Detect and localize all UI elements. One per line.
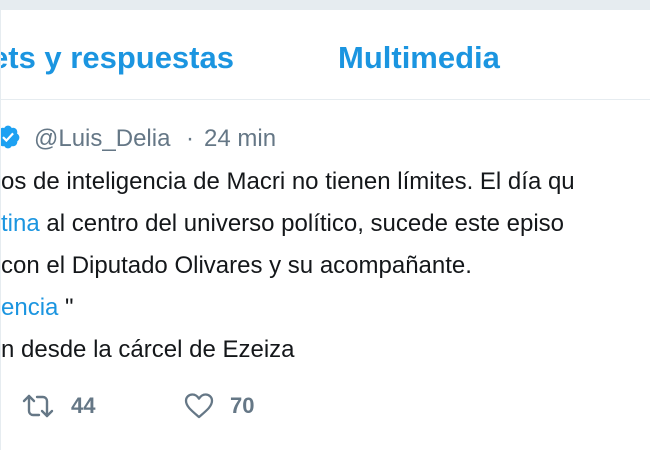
top-strip [0, 0, 650, 10]
tweet-text-line: n desde la cárcel de Ezeiza [1, 336, 295, 364]
tab-tweets-and-replies[interactable]: ets y respuestas [1, 40, 234, 76]
tweet-text: con el Diputado Olivares y su acompañant… [1, 252, 472, 279]
tweet-timestamp[interactable]: 24 min [204, 125, 276, 153]
verified-badge-icon [1, 124, 21, 150]
retweet-icon [21, 392, 55, 420]
retweet-count: 44 [71, 393, 96, 418]
tweet-text-line: encia " [1, 294, 74, 322]
like-button[interactable]: 70 [184, 392, 254, 420]
hashtag-link[interactable]: tina [1, 210, 40, 237]
profile-tabs: ets y respuestas Multimedia [1, 10, 650, 100]
tweet-text: al centro del universo político, sucede … [46, 210, 565, 237]
tweet-text-line: con el Diputado Olivares y su acompañant… [1, 252, 472, 280]
tweet-text: os de inteligencia de Macri no tienen lí… [1, 168, 575, 195]
like-count: 70 [230, 393, 255, 418]
tweet[interactable]: @Luis_Delia · 24 min os de inteligencia … [1, 101, 650, 450]
tweet-actions: 44 70 [1, 386, 650, 426]
tweet-text-line: os de inteligencia de Macri no tienen lí… [1, 168, 575, 196]
profile-timeline-panel: ets y respuestas Multimedia @Luis_Delia … [0, 10, 650, 450]
retweet-button[interactable]: 44 [21, 392, 95, 420]
tweet-text: n desde la cárcel de Ezeiza [1, 336, 295, 363]
tweet-text: " [65, 294, 74, 321]
header-separator: · [186, 125, 194, 152]
tweet-text-line: tina al centro del universo político, su… [1, 210, 564, 238]
tweet-author-handle[interactable]: @Luis_Delia [34, 125, 170, 153]
heart-icon [184, 392, 214, 420]
tab-media[interactable]: Multimedia [338, 40, 500, 76]
hashtag-link[interactable]: encia [1, 294, 58, 321]
